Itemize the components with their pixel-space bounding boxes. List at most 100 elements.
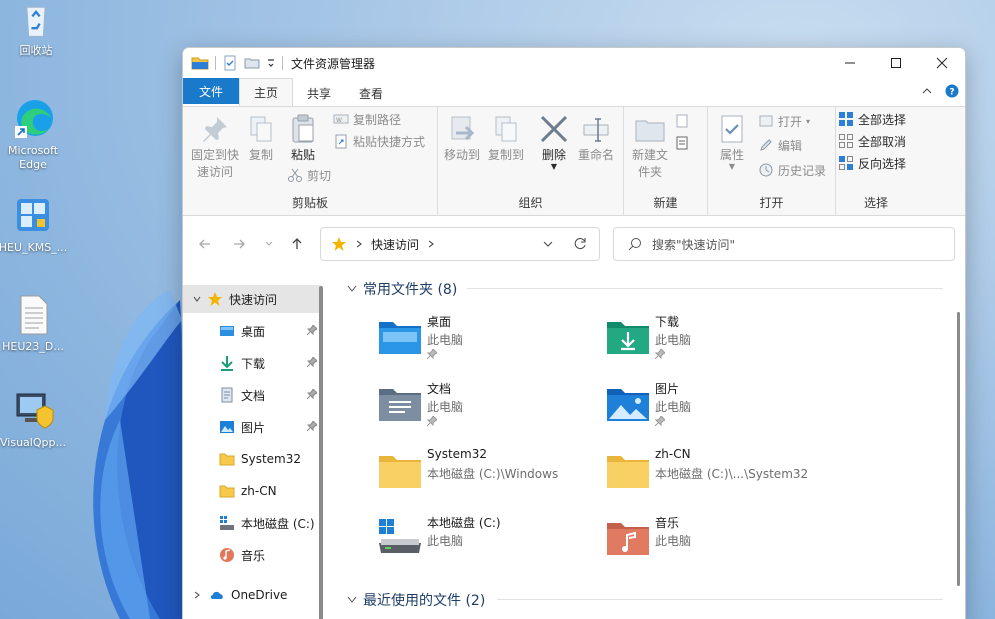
nav-item-documents[interactable]: 文档 [183,381,321,409]
invert-selection-button[interactable]: 反向选择 [838,153,906,173]
collapse-ribbon-icon[interactable] [921,86,933,96]
history-button[interactable]: 历史记录 [758,160,826,180]
back-button[interactable] [195,234,215,254]
button-label: 属性 [719,148,744,162]
new-item-button[interactable] [674,111,690,131]
chevron-down-icon [347,596,357,603]
properties-check-icon[interactable] [222,55,238,71]
folder-name: 图片 [655,382,680,396]
folder-tile-local-disk-c[interactable]: 本地磁盘 (C:) 此电脑 [377,513,597,569]
pin-icon [655,416,665,426]
folder-location: 此电脑 [655,333,692,347]
nav-item-zh-cn[interactable]: zh-CN [183,477,321,505]
refresh-icon[interactable] [573,237,587,251]
folder-location: 此电脑 [655,534,692,548]
tab-view[interactable]: 查看 [345,80,397,106]
paste-shortcut-button[interactable]: 粘贴快捷方式 [333,131,425,151]
paste-shortcut-icon [335,134,347,149]
group-label: 剪贴板 [291,196,328,210]
folder-tile-desktop[interactable]: 桌面 此电脑 [377,312,597,368]
delete-button[interactable]: 删除 ▼ [538,113,570,171]
rename-button[interactable]: 重命名 [576,113,616,164]
desktop-icon-recycle-bin[interactable]: 回收站 [0,0,72,58]
nav-item-onedrive[interactable]: OneDrive [183,581,321,609]
window-title: 文件资源管理器 [291,56,376,71]
button-label: 新建文件夹 [632,148,669,179]
chevron-down-icon: ▼ [550,162,558,171]
desktop-icon-heu-kms[interactable]: HEU_KMS_... [0,193,69,255]
minimize-button[interactable] [827,48,873,78]
frequent-folders-header[interactable]: 常用文件夹 (8) [347,279,457,299]
nav-item-pictures[interactable]: 图片 [183,413,321,441]
chevron-right-icon [194,591,200,599]
folder-tile-zh-cn[interactable]: zh-CN 本地磁盘 (C:)\...\System32 [605,446,825,502]
nav-item-desktop[interactable]: 桌面 [183,317,321,345]
folder-tile-system32[interactable]: System32 本地磁盘 (C:)\Windows [377,446,597,502]
downloads-folder-icon [607,322,649,354]
separator [215,56,216,70]
section-divider [497,599,943,600]
pin-to-quick-access-button[interactable]: 固定到快速访问 [187,113,243,181]
nav-item-music[interactable]: 音乐 [183,541,321,569]
ribbon-group-clipboard: 固定到快速访问 复制 粘贴 W 复制路径 粘贴快捷方式 剪切 剪贴板 [183,107,438,215]
cut-button[interactable]: 剪切 [287,165,331,185]
button-label: 历史记录 [778,163,827,178]
new-folder-icon[interactable] [244,55,260,71]
select-all-button[interactable]: 全部选择 [838,109,906,129]
nav-item-label: 本地磁盘 (C:) [241,516,315,531]
open-button[interactable]: 打开 ▾ [758,111,810,131]
help-icon[interactable]: ? [945,84,959,98]
edge-icon [15,100,53,138]
paste-icon [292,114,314,143]
folder-icon [379,456,421,488]
nav-item-quick-access[interactable]: 快速访问 [183,285,321,313]
desktop-icon-heu23-document[interactable]: HEU23_D... [0,292,69,354]
desktop-icon-visual-app[interactable]: VisualQpp... [0,388,69,450]
recent-files-header[interactable]: 最近使用的文件 (2) [347,590,485,610]
folder-name: 文档 [427,382,452,396]
up-button[interactable] [287,234,307,254]
move-to-button[interactable]: 移动到 [442,113,482,164]
customize-dropdown-icon[interactable] [266,55,276,71]
nav-pane-scrollbar[interactable] [319,286,323,619]
pin-icon [307,389,317,399]
folder-tile-documents[interactable]: 文档 此电脑 [377,379,597,435]
nav-item-system32[interactable]: System32 [183,445,321,473]
folder-tile-downloads[interactable]: 下载 此电脑 [605,312,825,368]
tab-home[interactable]: 主页 [239,78,294,106]
chevron-down-icon: ▼ [728,162,736,171]
address-location[interactable]: 快速访问 [371,236,419,253]
nav-item-local-disk-c[interactable]: 本地磁盘 (C:) [183,509,321,537]
search-box[interactable]: 搜索"快速访问" [613,227,955,261]
address-dropdown-icon[interactable] [543,239,553,249]
address-bar[interactable]: 快速访问 [320,227,600,261]
edit-button[interactable]: 编辑 [758,135,802,155]
tab-share[interactable]: 共享 [293,80,345,106]
music-folder-icon [607,523,649,555]
select-none-button[interactable]: 全部取消 [838,131,906,151]
folder-tile-pictures[interactable]: 图片 此电脑 [605,379,825,435]
new-folder-icon [635,120,665,142]
copy-path-button[interactable]: W 复制路径 [333,109,401,129]
easy-access-icon [676,136,688,150]
tab-file[interactable]: 文件 [183,78,240,104]
maximize-button[interactable] [873,48,919,78]
new-folder-button[interactable]: 新建文件夹 [628,113,672,181]
desktop-icon-edge[interactable]: Microsoft Edge [0,96,69,172]
desktop-icon-label: HEU23_D... [2,340,64,353]
copy-path-icon: W [333,114,349,124]
copy-to-button[interactable]: 复制到 [486,113,526,164]
maximize-icon [891,58,901,68]
properties-button[interactable]: 属性 ▼ [712,113,752,171]
recent-locations-button[interactable] [259,234,279,254]
paste-button[interactable]: 粘贴 [285,113,321,164]
copy-button[interactable]: 复制 [245,113,277,164]
forward-button[interactable] [229,234,249,254]
main-pane-scrollbar[interactable] [957,312,960,586]
easy-access-button[interactable] [674,133,690,153]
ribbon-options: ? [921,84,959,98]
nav-item-downloads[interactable]: 下载 [183,349,321,377]
picture-icon [220,421,234,433]
folder-tile-music[interactable]: 音乐 此电脑 [605,513,825,569]
close-button[interactable] [919,48,965,78]
